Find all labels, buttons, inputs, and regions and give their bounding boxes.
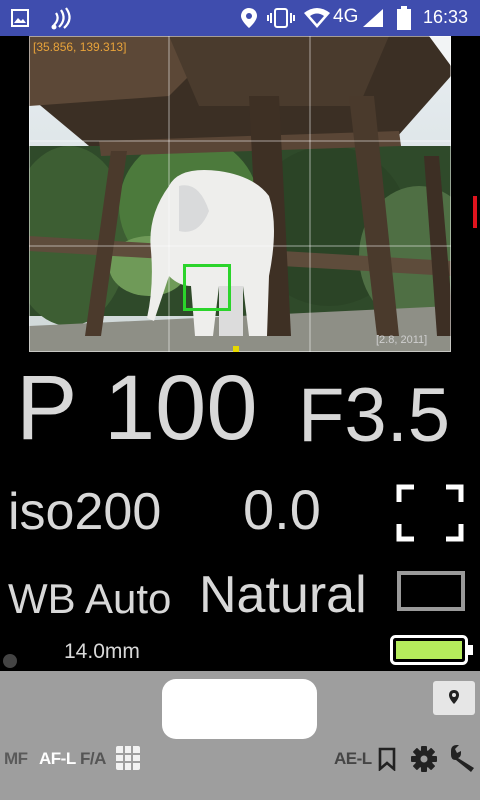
signal-icon	[363, 9, 383, 27]
level-indicator	[233, 346, 239, 352]
wrench-icon[interactable]	[447, 743, 477, 773]
grid-icon[interactable]	[115, 745, 141, 771]
network-type: 4G	[333, 6, 359, 27]
ae-lock-button[interactable]: AE-L	[334, 749, 372, 769]
gps-coordinates: [35.856, 139.313]	[33, 40, 127, 54]
preview-info: [2.8, 2011]	[376, 334, 428, 346]
live-preview-image	[29, 36, 451, 352]
manual-focus-button[interactable]: MF	[4, 749, 28, 769]
record-indicator	[3, 654, 17, 668]
shooting-mode[interactable]: P	[16, 362, 77, 454]
white-balance[interactable]: WB Auto	[8, 578, 171, 620]
gear-icon[interactable]	[410, 745, 438, 773]
camera-battery-icon	[390, 635, 473, 665]
exposure-indicator	[473, 196, 477, 228]
camera-viewfinder[interactable]	[29, 36, 451, 352]
wifi-icon	[304, 8, 330, 28]
location-button[interactable]	[433, 681, 475, 715]
picture-style[interactable]: Natural	[199, 569, 367, 621]
clock: 16:33	[422, 7, 468, 27]
exposure-compensation[interactable]: 0.0	[243, 482, 321, 538]
vibrate-icon	[267, 8, 295, 28]
focus-area[interactable]	[183, 264, 231, 311]
focus-frame-icon[interactable]	[396, 484, 464, 542]
focus-assist-button[interactable]: F/A	[80, 749, 106, 769]
aspect-ratio-icon[interactable]	[397, 571, 465, 611]
iso-setting[interactable]: iso200	[8, 486, 161, 538]
battery-level-fill	[396, 641, 462, 659]
shutter-button[interactable]	[162, 679, 317, 739]
af-lock-button[interactable]: AF-L	[39, 749, 76, 769]
location-icon	[241, 8, 257, 28]
bookmark-icon[interactable]	[377, 747, 397, 771]
battery-icon	[397, 6, 411, 30]
nfc-icon	[51, 7, 71, 30]
gallery-icon	[11, 9, 29, 27]
shutter-speed[interactable]: 100	[104, 362, 258, 454]
status-bar: 4G 16:33	[0, 0, 480, 36]
focal-length: 14.0mm	[64, 640, 140, 663]
aperture[interactable]: F3.5	[298, 378, 450, 454]
map-pin-icon	[449, 690, 459, 704]
